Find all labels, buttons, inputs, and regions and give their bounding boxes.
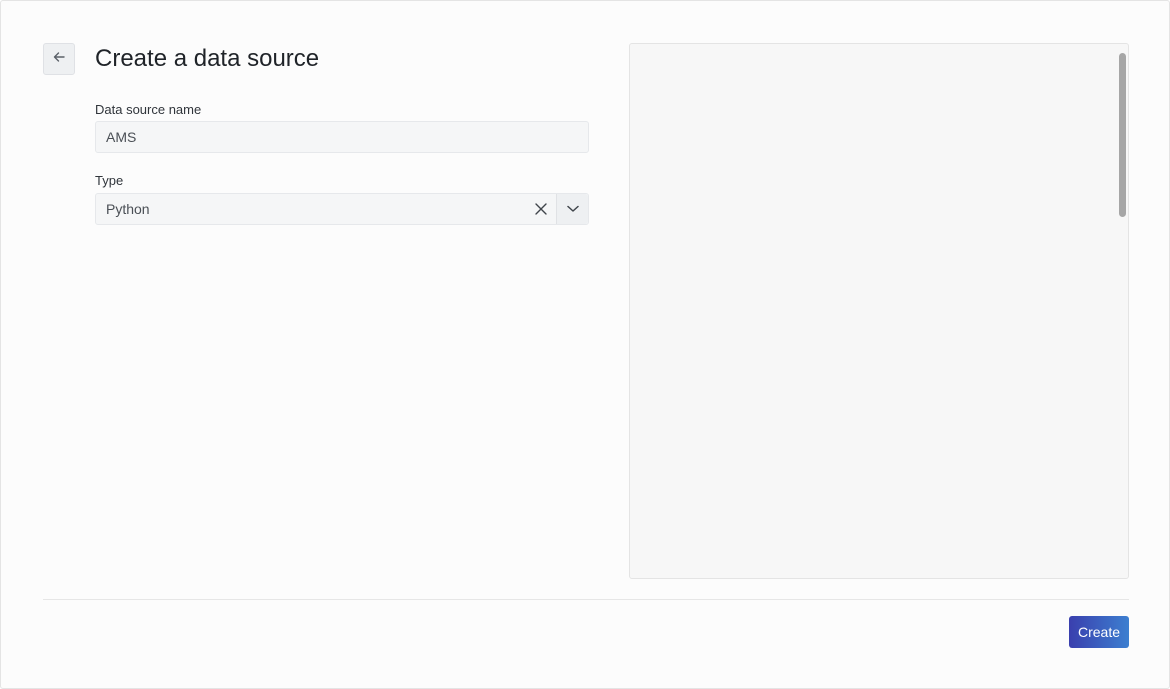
data-source-name-label: Data source name: [95, 102, 202, 117]
data-source-name-input[interactable]: [95, 121, 589, 153]
preview-panel[interactable]: [629, 43, 1129, 579]
scrollbar-thumb[interactable]: [1119, 53, 1126, 217]
type-select-value: Python: [106, 201, 150, 217]
type-label: Type: [95, 173, 124, 188]
create-data-source-dialog: Create a data source Data source name Ty…: [0, 0, 1170, 689]
type-select[interactable]: Python: [95, 193, 589, 225]
chevron-down-icon[interactable]: [557, 194, 588, 224]
create-button[interactable]: Create: [1069, 616, 1129, 648]
footer-divider: [43, 599, 1129, 600]
back-button[interactable]: [43, 43, 75, 75]
page-title: Create a data source: [95, 45, 320, 72]
close-icon[interactable]: [526, 194, 556, 224]
arrow-left-icon: [52, 50, 66, 69]
